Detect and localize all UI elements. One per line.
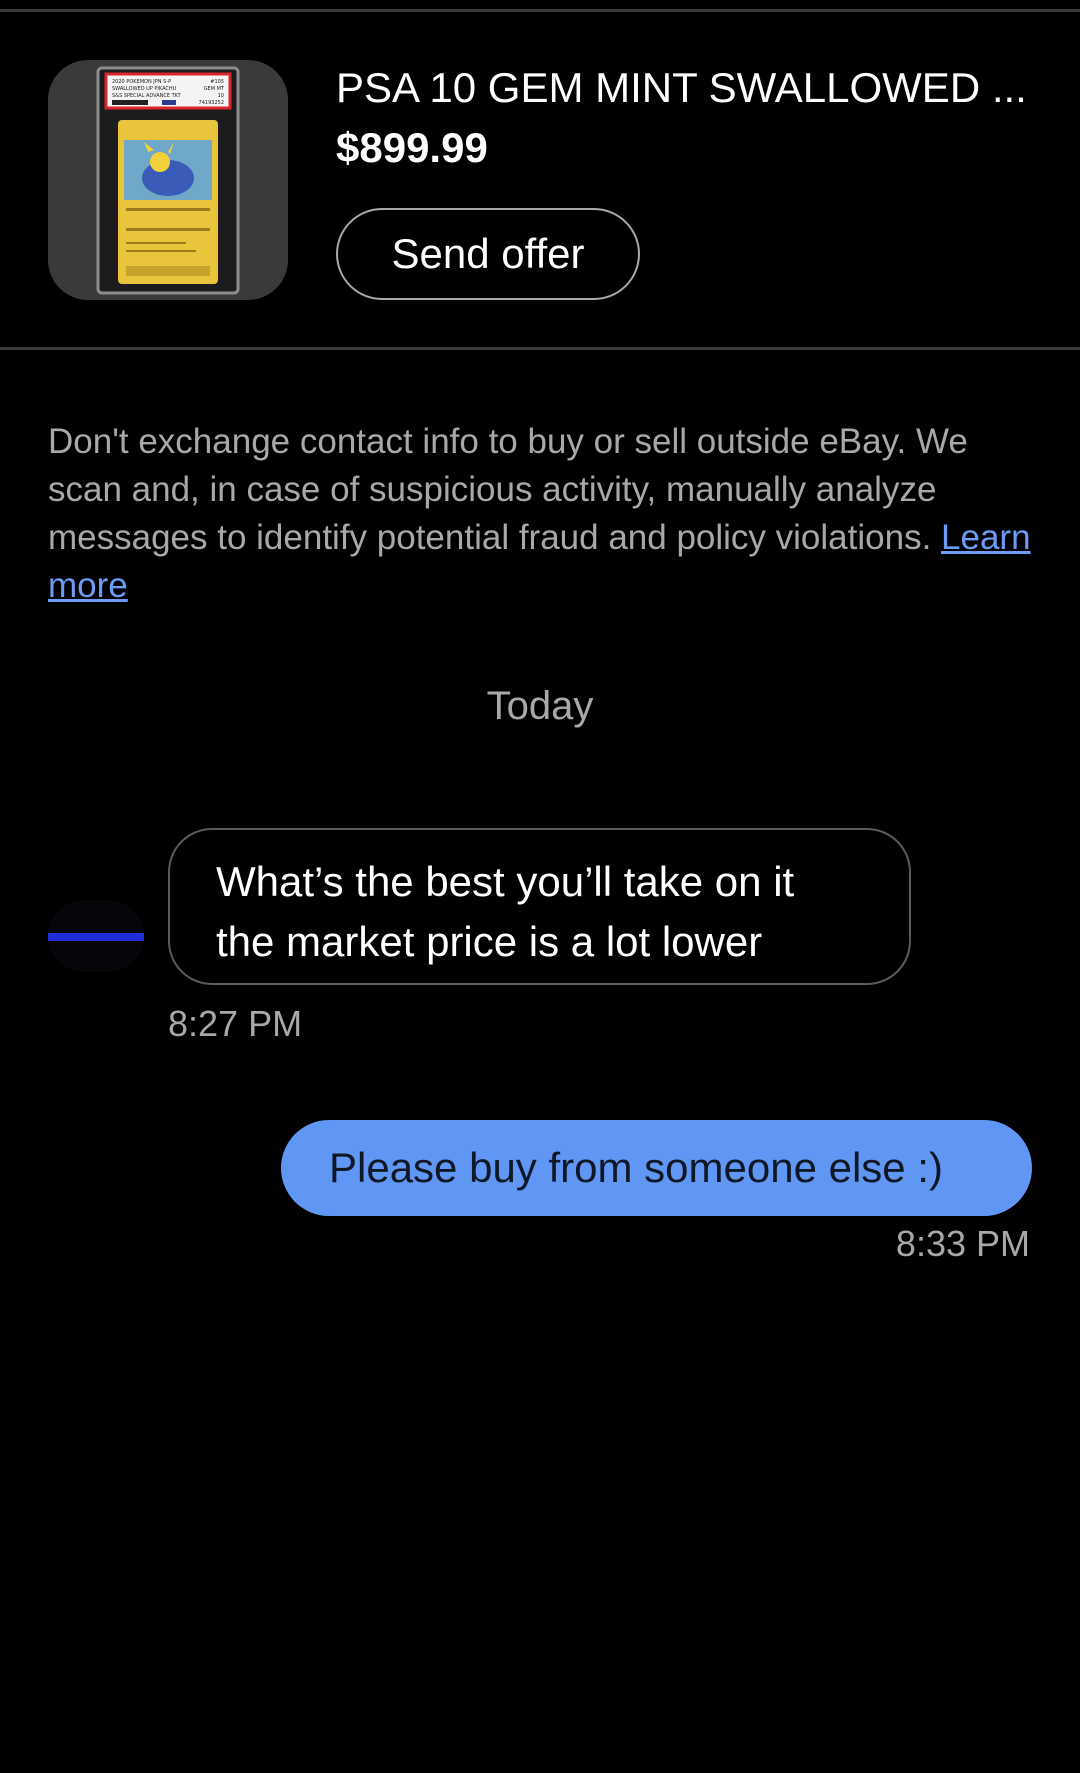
fraud-notice-text: Don't exchange contact info to buy or se… <box>48 422 968 557</box>
incoming-message-time: 8:27 PM <box>168 1003 303 1044</box>
svg-text:#105: #105 <box>210 79 224 85</box>
message-line: What’s the best you’ll take on it <box>216 858 795 905</box>
listing-header[interactable]: 2020 POKEMON JPN S-P SWALLOWED UP PIKACH… <box>0 12 1080 348</box>
header-divider <box>0 347 1080 350</box>
listing-thumbnail[interactable]: 2020 POKEMON JPN S-P SWALLOWED UP PIKACH… <box>48 60 288 300</box>
listing-title[interactable]: PSA 10 GEM MINT SWALLOWED ... <box>336 62 1036 114</box>
date-separator: Today <box>486 684 594 728</box>
incoming-message-bubble[interactable]: What’s the best you’ll take on it the ma… <box>168 828 911 985</box>
listing-price: $899.99 <box>336 124 488 171</box>
avatar-stripe <box>48 933 144 941</box>
svg-text:10: 10 <box>218 93 224 99</box>
outgoing-message-bubble[interactable]: Please buy from someone else :) <box>281 1120 1032 1216</box>
svg-text:S&S SPECIAL ADVANCE TKT: S&S SPECIAL ADVANCE TKT <box>112 93 182 99</box>
svg-text:SWALLOWED UP PIKACHU: SWALLOWED UP PIKACHU <box>112 86 177 92</box>
fraud-notice: Don't exchange contact info to buy or se… <box>48 418 1038 610</box>
outgoing-message-time: 8:33 PM <box>895 1223 1030 1264</box>
svg-text:74193252: 74193252 <box>199 100 224 106</box>
svg-text:GEM MT: GEM MT <box>204 86 225 92</box>
message-line: the market price is a lot lower <box>216 918 763 965</box>
sender-avatar[interactable] <box>48 900 144 972</box>
svg-text:2020 POKEMON JPN S-P: 2020 POKEMON JPN S-P <box>112 79 171 85</box>
graded-card-slab-image: 2020 POKEMON JPN S-P SWALLOWED UP PIKACH… <box>96 66 240 295</box>
send-offer-button[interactable]: Send offer <box>336 208 640 300</box>
